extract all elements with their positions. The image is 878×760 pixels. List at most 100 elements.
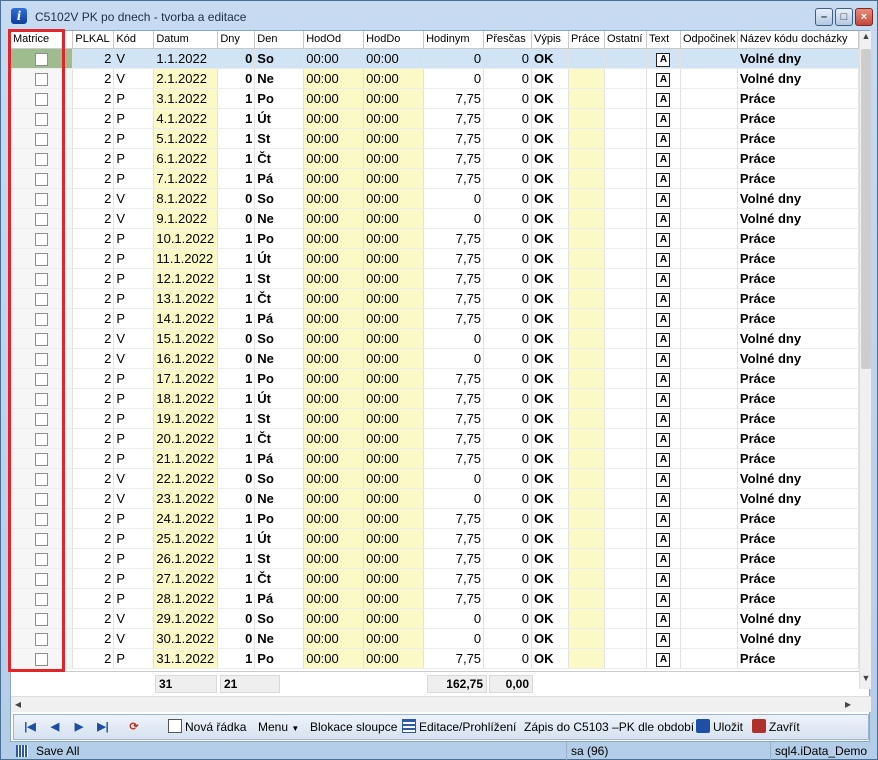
plkal-cell[interactable]: 2	[72, 568, 115, 589]
matrice-checkbox-cell[interactable]	[11, 488, 74, 509]
kod-cell[interactable]: P	[113, 288, 155, 309]
matrice-checkbox[interactable]	[35, 492, 49, 506]
date-cell[interactable]: 16.1.2022	[153, 348, 219, 369]
day-name-cell[interactable]: Út	[254, 388, 305, 409]
date-cell[interactable]: 27.1.2022	[153, 568, 219, 589]
rest-cell[interactable]	[680, 488, 738, 509]
date-cell[interactable]: 17.1.2022	[153, 368, 219, 389]
hours-cell[interactable]: 0	[423, 48, 485, 69]
hours-cell[interactable]: 0	[423, 188, 485, 209]
matrice-checkbox[interactable]	[35, 392, 49, 406]
text-cell[interactable]: A	[646, 488, 681, 509]
kod-cell[interactable]: P	[113, 268, 155, 289]
text-note-icon[interactable]: A	[656, 612, 671, 627]
text-cell[interactable]: A	[646, 88, 681, 109]
work-cell[interactable]	[568, 268, 605, 289]
listing-cell[interactable]: OK	[531, 488, 569, 509]
rest-cell[interactable]	[680, 568, 738, 589]
matrice-checkbox-cell[interactable]	[11, 388, 74, 409]
day-name-cell[interactable]: Pá	[254, 168, 305, 189]
work-cell[interactable]	[568, 508, 605, 529]
text-note-icon[interactable]: A	[656, 192, 671, 207]
overtime-cell[interactable]: 0	[483, 528, 533, 549]
code-name-cell[interactable]: Práce	[737, 108, 859, 129]
other-cell[interactable]	[604, 428, 647, 449]
kod-cell[interactable]: P	[113, 228, 155, 249]
hours-cell[interactable]: 7,75	[423, 588, 485, 609]
plkal-cell[interactable]: 2	[72, 648, 115, 669]
text-cell[interactable]: A	[646, 148, 681, 169]
table-row[interactable]: 2 P 6.1.2022 1 Čt 00:00 00:00 7,75 0 OK A Práce	[11, 148, 859, 169]
date-cell[interactable]: 25.1.2022	[153, 528, 219, 549]
text-cell[interactable]: A	[646, 208, 681, 229]
hour-to-cell[interactable]: 00:00	[363, 48, 425, 69]
work-cell[interactable]	[568, 148, 605, 169]
hours-cell[interactable]: 7,75	[423, 528, 485, 549]
hour-from-cell[interactable]: 00:00	[303, 108, 365, 129]
matrice-checkbox-cell[interactable]	[11, 628, 74, 649]
overtime-cell[interactable]: 0	[483, 448, 533, 469]
plkal-cell[interactable]: 2	[72, 368, 115, 389]
days-cell[interactable]: 0	[217, 348, 256, 369]
scroll-left-icon[interactable]: ◂	[15, 697, 21, 711]
hour-from-cell[interactable]: 00:00	[303, 268, 365, 289]
day-name-cell[interactable]: Út	[254, 248, 305, 269]
days-cell[interactable]: 1	[217, 108, 256, 129]
next-record-icon[interactable]: ▶	[72, 718, 86, 736]
column-header[interactable]: PLKAL	[72, 31, 115, 49]
text-cell[interactable]: A	[646, 648, 681, 669]
table-row[interactable]: 2 P 27.1.2022 1 Čt 00:00 00:00 7,75 0 OK A Práce	[11, 568, 859, 589]
code-name-cell[interactable]: Volné dny	[737, 488, 859, 509]
plkal-cell[interactable]: 2	[72, 348, 115, 369]
day-name-cell[interactable]: Ne	[254, 68, 305, 89]
date-cell[interactable]: 22.1.2022	[153, 468, 219, 489]
overtime-cell[interactable]: 0	[483, 228, 533, 249]
table-row[interactable]: 2 V 9.1.2022 0 Ne 00:00 00:00 0 0 OK A Volné dny	[11, 208, 859, 229]
code-name-cell[interactable]: Práce	[737, 508, 859, 529]
days-cell[interactable]: 1	[217, 588, 256, 609]
matrice-checkbox[interactable]	[35, 312, 49, 326]
matrice-checkbox[interactable]	[35, 552, 49, 566]
date-cell[interactable]: 11.1.2022	[153, 248, 219, 269]
other-cell[interactable]	[604, 208, 647, 229]
rest-cell[interactable]	[680, 288, 738, 309]
matrice-checkbox[interactable]	[35, 532, 49, 546]
work-cell[interactable]	[568, 548, 605, 569]
date-cell[interactable]: 30.1.2022	[153, 628, 219, 649]
hour-to-cell[interactable]: 00:00	[363, 548, 425, 569]
work-cell[interactable]	[568, 408, 605, 429]
rest-cell[interactable]	[680, 448, 738, 469]
code-name-cell[interactable]: Práce	[737, 88, 859, 109]
kod-cell[interactable]: P	[113, 128, 155, 149]
overtime-cell[interactable]: 0	[483, 588, 533, 609]
hours-cell[interactable]: 0	[423, 68, 485, 89]
day-name-cell[interactable]: Po	[254, 228, 305, 249]
plkal-cell[interactable]: 2	[72, 48, 115, 69]
other-cell[interactable]	[604, 568, 647, 589]
hour-from-cell[interactable]: 00:00	[303, 48, 365, 69]
kod-cell[interactable]: V	[113, 48, 155, 69]
table-row[interactable]: 2 P 21.1.2022 1 Pá 00:00 00:00 7,75 0 OK A Práce	[11, 448, 859, 469]
matrice-checkbox[interactable]	[35, 52, 49, 66]
day-name-cell[interactable]: St	[254, 408, 305, 429]
other-cell[interactable]	[604, 368, 647, 389]
column-header[interactable]: Název kódu docházky	[737, 31, 859, 49]
day-name-cell[interactable]: Po	[254, 648, 305, 669]
work-cell[interactable]	[568, 368, 605, 389]
days-cell[interactable]: 1	[217, 288, 256, 309]
rest-cell[interactable]	[680, 248, 738, 269]
table-row[interactable]: 2 P 4.1.2022 1 Út 00:00 00:00 7,75 0 OK A Práce	[11, 108, 859, 129]
hours-cell[interactable]: 7,75	[423, 448, 485, 469]
plkal-cell[interactable]: 2	[72, 528, 115, 549]
matrice-checkbox-cell[interactable]	[11, 288, 74, 309]
code-name-cell[interactable]: Práce	[737, 428, 859, 449]
prev-record-icon[interactable]: ◀	[48, 718, 62, 736]
hours-cell[interactable]: 7,75	[423, 568, 485, 589]
matrice-checkbox-cell[interactable]	[11, 368, 74, 389]
matrice-checkbox[interactable]	[35, 572, 49, 586]
days-cell[interactable]: 1	[217, 88, 256, 109]
rest-cell[interactable]	[680, 588, 738, 609]
rest-cell[interactable]	[680, 628, 738, 649]
hour-from-cell[interactable]: 00:00	[303, 508, 365, 529]
work-cell[interactable]	[568, 308, 605, 329]
